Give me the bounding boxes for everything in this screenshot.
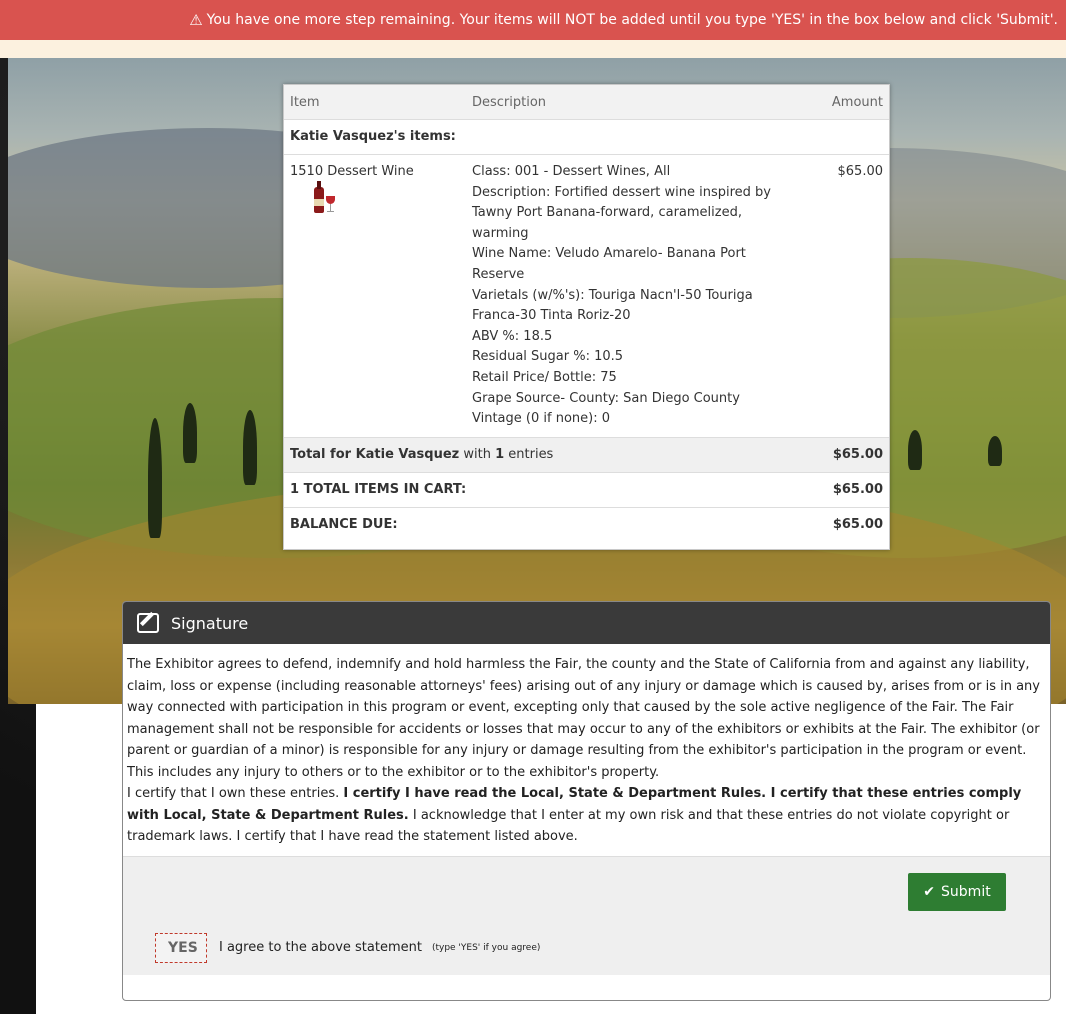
description-line: warming xyxy=(472,225,529,241)
wine-bottle-glass-icon xyxy=(310,180,340,217)
description-line: Grape Source- County: San Diego County xyxy=(472,390,740,406)
submit-label: Submit xyxy=(941,883,991,900)
owner-total-entries: entries xyxy=(504,446,554,462)
alert-message: You have one more step remaining. Your i… xyxy=(206,12,1058,28)
check-icon: ✔ xyxy=(923,883,936,900)
table-row: 1510 Dessert Wine Class: 001 - Dessert W… xyxy=(284,154,889,438)
description-line: Description: Fortified dessert wine insp… xyxy=(472,184,771,200)
description-line: Varietals (w/%'s): Touriga Nacn'l-50 Tou… xyxy=(472,287,753,303)
agree-note: (type 'YES' if you agree) xyxy=(431,942,541,953)
balance-amount: $65.00 xyxy=(832,516,883,532)
certification-start: I certify that I own these entries. xyxy=(127,786,344,801)
description-line: ABV %: 18.5 xyxy=(472,328,553,344)
edit-icon xyxy=(137,613,159,633)
items-total-label: 1 TOTAL ITEMS IN CART: xyxy=(284,472,797,508)
entry-amount: $65.00 xyxy=(797,154,889,438)
balance-label: BALANCE DUE: xyxy=(290,516,398,532)
description-line: Vintage (0 if none): 0 xyxy=(472,411,610,427)
signature-title: Signature xyxy=(171,613,249,633)
owner-label: Katie Vasquez's items: xyxy=(284,119,889,155)
items-total-amount: $65.00 xyxy=(797,472,889,508)
agree-row: I agree to the above statement (type 'YE… xyxy=(155,932,541,963)
signature-panel: Signature The Exhibitor agrees to defend… xyxy=(122,601,1051,1001)
submit-button[interactable]: ✔ Submit xyxy=(908,872,1006,911)
warning-alert: ⚠ You have one more step remaining. Your… xyxy=(0,0,1066,40)
agree-yes-input[interactable] xyxy=(155,932,207,963)
description-line: Residual Sugar %: 10.5 xyxy=(472,349,624,365)
owner-total-count: 1 xyxy=(495,446,505,462)
description-line: Reserve xyxy=(472,266,525,282)
owner-total-name: Total for Katie Vasquez xyxy=(290,446,460,462)
certification-paragraph: I certify that I own these entries. I ce… xyxy=(127,783,1046,848)
owner-total-label: Total for Katie Vasquez with 1 entries xyxy=(284,437,797,473)
agree-text: I agree to the above statement xyxy=(219,940,422,955)
balance-row: BALANCE DUE: $65.00 xyxy=(284,507,889,542)
description-line: Tawny Port Banana-forward, caramelized, xyxy=(472,205,742,221)
column-header-amount: Amount xyxy=(797,85,889,120)
owner-row: Katie Vasquez's items: xyxy=(284,119,889,155)
description-line: Franca-30 Tinta Roriz-20 xyxy=(472,308,631,324)
items-total-row: 1 TOTAL ITEMS IN CART: $65.00 xyxy=(284,472,889,508)
description-line: Retail Price/ Bottle: 75 xyxy=(472,369,617,385)
description-line: Class: 001 - Dessert Wines, All xyxy=(472,164,671,179)
entry-description: Class: 001 - Dessert Wines, All Descript… xyxy=(466,154,797,438)
signature-header: Signature xyxy=(123,602,1050,644)
owner-total-row: Total for Katie Vasquez with 1 entries $… xyxy=(284,437,889,473)
description-line: Wine Name: Veludo Amarelo- Banana Port xyxy=(472,246,746,262)
entry-item: 1510 Dessert Wine xyxy=(290,164,414,179)
cart-table: Item Description Amount Katie Vasquez's … xyxy=(283,84,890,550)
column-header-item: Item xyxy=(284,85,466,120)
alert-strip xyxy=(0,40,1066,58)
owner-total-amount: $65.00 xyxy=(797,437,889,473)
indemnity-paragraph: The Exhibitor agrees to defend, indemnif… xyxy=(127,657,1040,780)
owner-total-with: with xyxy=(459,446,496,462)
column-header-description: Description xyxy=(466,85,797,120)
signature-footer: ✔ Submit I agree to the above statement … xyxy=(123,856,1050,975)
signature-statement: The Exhibitor agrees to defend, indemnif… xyxy=(123,644,1050,857)
warning-icon: ⚠ xyxy=(189,11,203,29)
